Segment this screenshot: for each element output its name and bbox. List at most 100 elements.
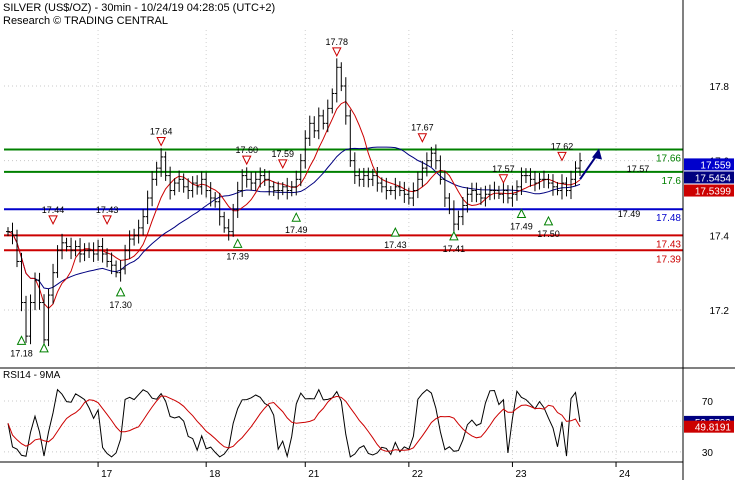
price-bar — [60, 233, 65, 260]
price-bar — [469, 182, 474, 203]
price-bar — [69, 237, 74, 260]
time-axis-tick: 21 — [308, 469, 320, 480]
price-bar — [154, 161, 159, 186]
time-axis-tick: 24 — [619, 469, 631, 480]
price-bar — [501, 181, 506, 204]
swing-low-label: 17.43 — [384, 240, 407, 250]
price-bar — [559, 174, 564, 200]
swing-high-label: 17.57 — [492, 164, 515, 174]
swing-high-label: 17.59 — [271, 149, 294, 159]
swing-high-label: 17.64 — [150, 126, 173, 136]
price-bar — [388, 185, 393, 196]
price-bar — [352, 152, 357, 184]
level-label: 17.66 — [656, 153, 681, 164]
price-axis-tick: 17.4 — [710, 231, 730, 242]
price-bar — [546, 173, 551, 189]
swing-high-marker — [277, 159, 288, 169]
price-badge-label: 17.559 — [700, 160, 731, 171]
price-bar — [415, 171, 420, 199]
swing-low-label: 17.18 — [10, 348, 33, 358]
price-bar — [289, 181, 294, 197]
swing-low-marker — [232, 238, 243, 248]
price-bar — [321, 109, 326, 130]
price-bar — [181, 173, 186, 193]
swing-low-marker — [115, 286, 126, 297]
price-bar — [397, 181, 402, 197]
rsi-panel-title: RSI14 - 9MA — [3, 370, 61, 381]
swing-high-label: 17.67 — [411, 123, 434, 133]
swing-low-label: 17.41 — [443, 244, 466, 254]
swing-high-marker — [498, 174, 509, 184]
price-bar — [285, 177, 290, 200]
price-bar — [550, 174, 555, 196]
price-bar — [433, 144, 438, 170]
price-bar — [73, 240, 78, 257]
level-label: 17.48 — [656, 213, 681, 224]
price-bar — [393, 177, 398, 200]
price-bar — [456, 210, 461, 231]
price-bar — [145, 190, 150, 225]
price-bar — [532, 171, 537, 192]
moving-average-short — [7, 100, 581, 310]
price-bar — [10, 222, 15, 245]
rsi-line — [7, 388, 581, 459]
price-bar — [451, 200, 456, 233]
price-bar — [487, 184, 492, 201]
swing-low-marker — [39, 342, 49, 353]
price-bar — [420, 160, 425, 187]
price-bar — [51, 263, 56, 304]
swing-high-marker — [102, 215, 112, 225]
price-bar — [496, 185, 501, 199]
price-badge-label: 17.5399 — [695, 187, 732, 198]
price-bar — [28, 294, 33, 345]
price-bar — [411, 182, 416, 207]
price-bar — [240, 169, 245, 197]
time-axis-tick: 22 — [412, 469, 424, 480]
swing-low-label: 17.30 — [109, 300, 132, 310]
price-bar — [402, 181, 407, 203]
price-bar — [249, 171, 254, 191]
price-bar — [510, 185, 515, 207]
price-bar — [42, 294, 47, 349]
price-chart: 17.817.617.417.217182122232417.6617.617.… — [0, 0, 735, 480]
rsi-axis-tick: 30 — [702, 448, 714, 459]
price-bar — [226, 218, 231, 241]
price-axis-tick: 17.8 — [710, 82, 730, 93]
price-bar — [199, 171, 204, 195]
price-bar — [523, 168, 528, 184]
swing-low-marker — [390, 227, 401, 237]
swing-high-marker — [557, 151, 567, 162]
price-bar — [141, 209, 146, 236]
time-axis-tick: 18 — [209, 469, 221, 480]
price-bar — [312, 116, 317, 138]
price-axis-tick: 17.2 — [710, 306, 730, 317]
price-bar — [87, 242, 92, 259]
price-bar — [253, 171, 258, 191]
swing-low-marker — [543, 215, 554, 226]
price-bar — [361, 167, 366, 187]
swing-high-marker — [156, 136, 166, 147]
price-bar — [276, 181, 281, 200]
price-bar — [132, 228, 137, 246]
price-bar — [474, 182, 479, 203]
price-bar — [244, 167, 249, 188]
swing-high-label: 17.44 — [42, 205, 65, 215]
price-bar — [177, 170, 182, 192]
swing-low-marker — [16, 335, 27, 345]
price-badge-label: 17.5454 — [695, 173, 732, 184]
price-bar — [82, 243, 87, 262]
price-bar — [334, 58, 339, 103]
price-bar — [348, 109, 353, 167]
swing-low-label: 17.49 — [285, 225, 308, 235]
projection-label: 17.49 — [618, 209, 641, 219]
price-bar — [208, 182, 213, 207]
price-bar — [307, 115, 312, 146]
projection-label: 17.57 — [627, 164, 650, 174]
price-bar — [438, 155, 443, 185]
price-bar — [222, 211, 227, 233]
rsi-badge-label: 49.8191 — [695, 423, 732, 434]
price-bar — [343, 77, 348, 125]
price-bar — [91, 242, 96, 262]
price-bar — [505, 185, 510, 204]
swing-high-label: 17.60 — [235, 145, 258, 155]
